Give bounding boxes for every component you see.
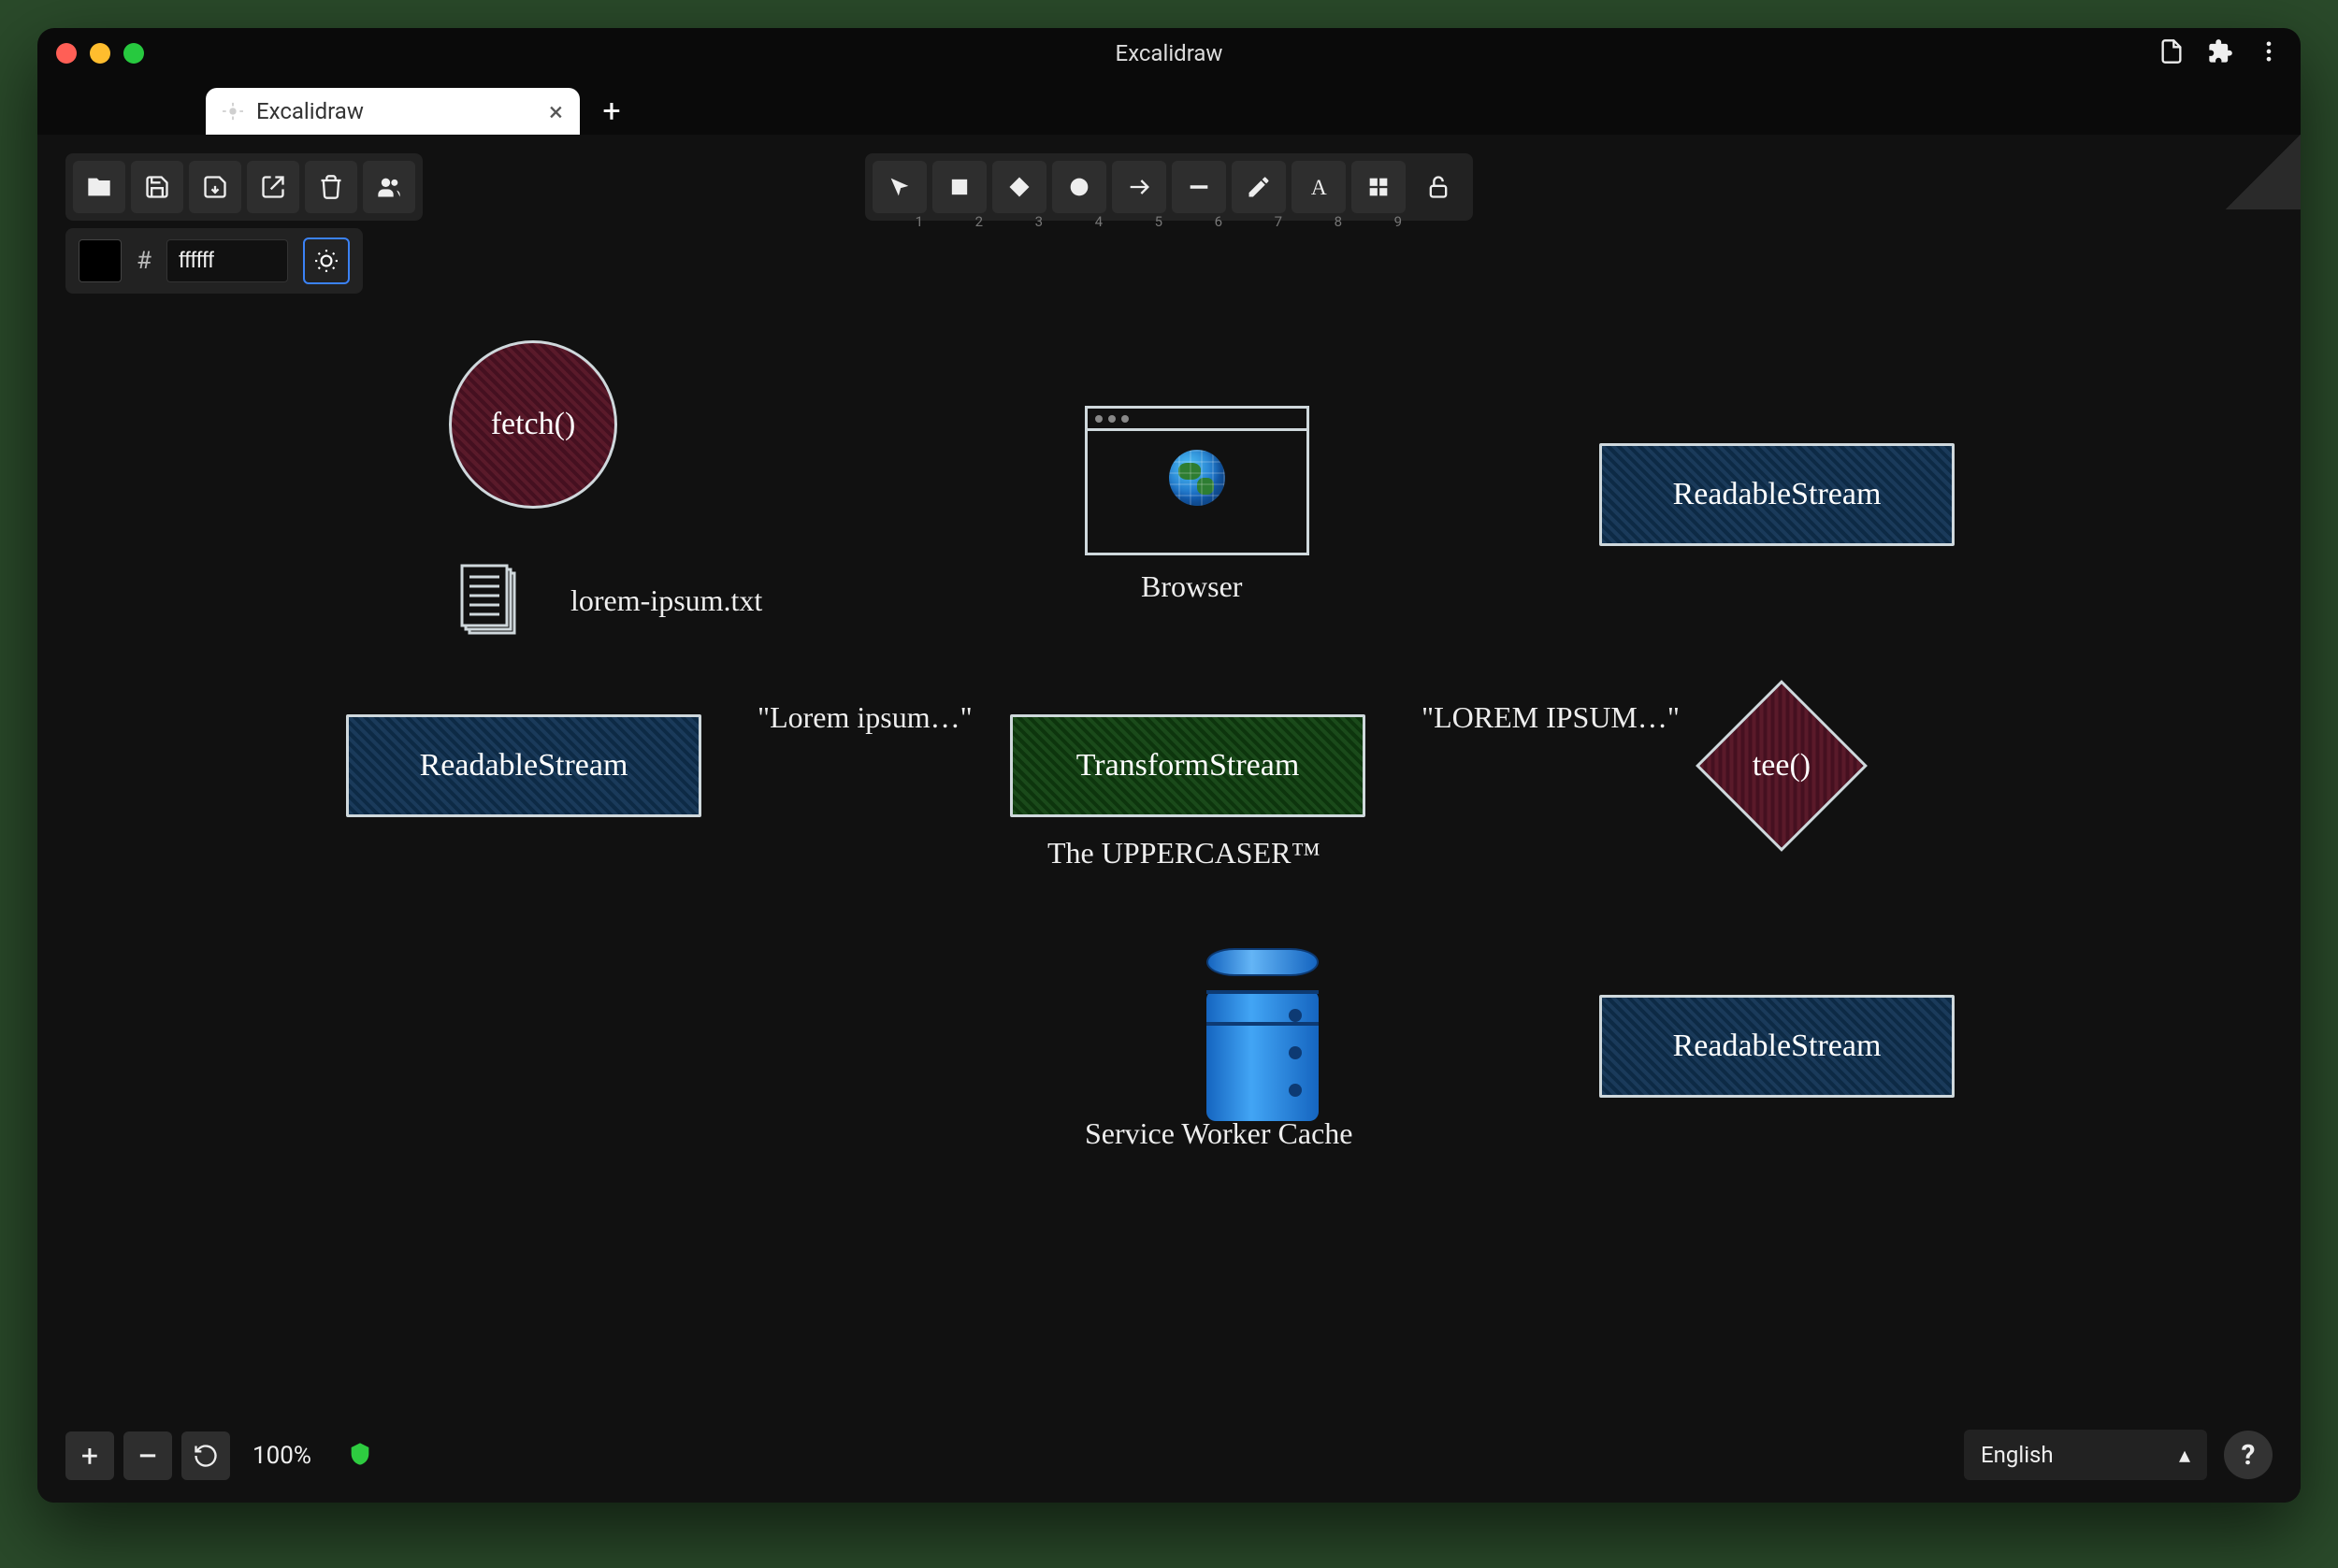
diagram-label-uppercaser: The UPPERCASER™: [1047, 836, 1321, 870]
window-close-button[interactable]: [56, 43, 77, 64]
diagram-label-cache: Service Worker Cache: [1085, 1116, 1352, 1151]
diagram-label-browser: Browser: [1141, 569, 1242, 604]
window-maximize-button[interactable]: [123, 43, 144, 64]
diagram-arrows: [37, 135, 318, 275]
document-icon[interactable]: [2158, 38, 2185, 68]
diagram-cylinder-icon[interactable]: [1206, 948, 1319, 1121]
window-title: Excalidraw: [1116, 40, 1223, 66]
diagram-label-filename: lorem-ipsum.txt: [570, 583, 762, 618]
canvas[interactable]: fetch() lorem-ipsum.txt ReadableStream "…: [37, 135, 2301, 1503]
app-window: Excalidraw Excalidraw × +: [37, 28, 2301, 1503]
menu-dots-icon[interactable]: [2256, 38, 2282, 68]
diagram-label-lorem-upper: "LOREM IPSUM…": [1422, 700, 1680, 735]
diagram-browser-icon[interactable]: [1085, 406, 1309, 555]
diagram-node-fetch[interactable]: fetch(): [449, 340, 617, 509]
diagram-node-readablestream-1[interactable]: ReadableStream: [346, 714, 701, 817]
diagram-node-transformstream[interactable]: TransformStream: [1010, 714, 1365, 817]
new-tab-button[interactable]: +: [593, 93, 630, 130]
tab-favicon-icon: [223, 101, 243, 122]
diagram-node-readablestream-2[interactable]: ReadableStream: [1599, 443, 1955, 546]
tab-label: Excalidraw: [256, 98, 364, 124]
diagram-node-tee[interactable]: tee(): [1696, 680, 1868, 852]
browser-tab[interactable]: Excalidraw ×: [206, 88, 580, 135]
titlebar: Excalidraw: [37, 28, 2301, 79]
diagram-node-readablestream-3[interactable]: ReadableStream: [1599, 995, 1955, 1098]
traffic-lights: [56, 43, 144, 64]
window-minimize-button[interactable]: [90, 43, 110, 64]
diagram-label-lorem: "Lorem ipsum…": [758, 700, 973, 735]
app-body: # 1 2 3 4: [37, 135, 2301, 1503]
extension-icon[interactable]: [2207, 38, 2233, 68]
tab-strip: Excalidraw × +: [37, 79, 2301, 135]
document-stack-icon[interactable]: [458, 560, 524, 644]
tab-close-icon[interactable]: ×: [549, 96, 563, 127]
